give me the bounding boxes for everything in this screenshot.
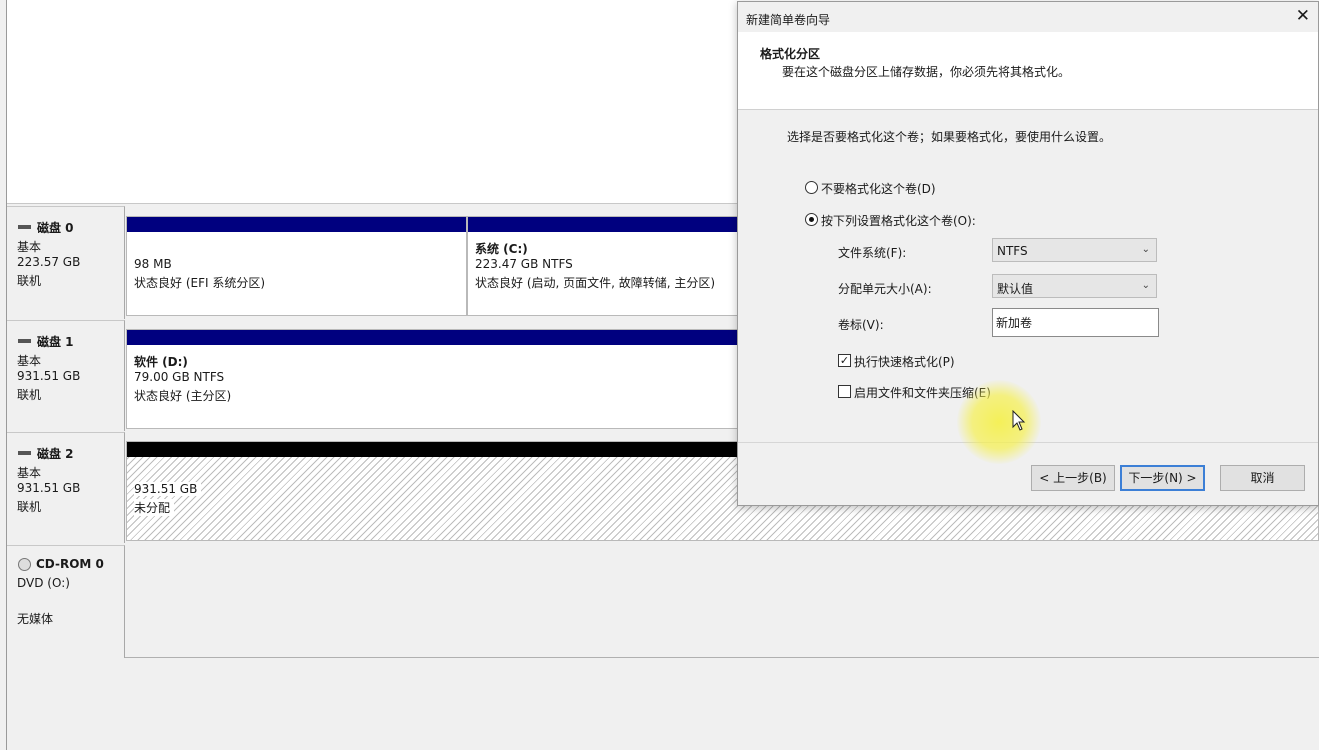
- cdrom-info[interactable]: CD-ROM 0 DVD (O:) 无媒体: [7, 545, 125, 658]
- cdrom-icon: [18, 558, 31, 571]
- partition-status: 未分配: [134, 499, 175, 516]
- volume-label-input[interactable]: 新加卷: [992, 308, 1159, 337]
- close-icon[interactable]: ✕: [1296, 6, 1310, 26]
- cdrom-row: CD-ROM 0 DVD (O:) 无媒体: [7, 545, 1319, 658]
- disk-status: 联机: [17, 274, 42, 288]
- dialog-title: 新建简单卷向导: [746, 13, 831, 27]
- partition-status: 状态良好 (启动, 页面文件, 故障转储, 主分区): [475, 276, 716, 290]
- alloc-size-label: 分配单元大小(A):: [838, 282, 932, 296]
- filesystem-value: NTFS: [997, 244, 1028, 258]
- dialog-header: 格式化分区 要在这个磁盘分区上储存数据，你必须先将其格式化。: [738, 32, 1318, 110]
- disk-size: 223.57 GB: [17, 255, 81, 269]
- disk-icon: [18, 224, 31, 229]
- partition-title: 系统 (C:): [475, 242, 528, 256]
- header-title: 格式化分区: [760, 47, 821, 61]
- partition-size: 931.51 GB: [134, 482, 202, 496]
- format-radio[interactable]: [805, 213, 818, 226]
- format-label[interactable]: 按下列设置格式化这个卷(O):: [821, 212, 976, 229]
- quick-format-checkbox[interactable]: ✓: [838, 354, 851, 367]
- no-format-label[interactable]: 不要格式化这个卷(D): [821, 180, 936, 197]
- next-button[interactable]: 下一步(N) >: [1120, 465, 1205, 491]
- disk-name: 磁盘 1: [18, 333, 74, 350]
- header-subtitle: 要在这个磁盘分区上储存数据，你必须先将其格式化。: [782, 65, 1071, 79]
- compression-checkbox[interactable]: [838, 385, 851, 398]
- partition-d[interactable]: 软件 (D:) 79.00 GB NTFS 状态良好 (主分区): [126, 329, 808, 429]
- quick-format-label[interactable]: 执行快速格式化(P): [854, 353, 955, 370]
- disk-status: 联机: [17, 388, 42, 402]
- prompt-text: 选择是否要格式化这个卷；如果要格式化，要使用什么设置。: [787, 130, 1112, 144]
- disk-type: 基本: [17, 354, 42, 368]
- disk-name: 磁盘 0: [18, 219, 74, 236]
- partition-title: 软件 (D:): [134, 355, 188, 369]
- partition-size: 223.47 GB NTFS: [475, 257, 573, 271]
- partition-bar: [127, 330, 807, 345]
- mouse-cursor-icon: [1012, 410, 1026, 431]
- disk-type: 基本: [17, 466, 42, 480]
- disk-size: 931.51 GB: [17, 481, 81, 495]
- cursor-highlight: [957, 380, 1041, 464]
- partition-size: 79.00 GB NTFS: [134, 370, 225, 384]
- disk-type: 基本: [17, 240, 42, 254]
- disk-icon: [18, 450, 31, 455]
- disk-status: 联机: [17, 500, 42, 514]
- cdrom-drive: DVD (O:): [17, 576, 70, 590]
- partition-status: 状态良好 (主分区): [134, 389, 232, 403]
- cdrom-name: CD-ROM 0: [18, 557, 104, 571]
- volume-label-value: 新加卷: [996, 316, 1033, 330]
- disk-info-0[interactable]: 磁盘 0 基本 223.57 GB 联机: [7, 206, 125, 319]
- filesystem-label: 文件系统(F):: [838, 246, 907, 260]
- partition-status: 状态良好 (EFI 系统分区): [134, 276, 266, 290]
- alloc-size-value: 默认值: [997, 282, 1034, 296]
- partition-size: 98 MB: [134, 257, 172, 271]
- disk-size: 931.51 GB: [17, 369, 81, 383]
- cancel-button[interactable]: 取消: [1220, 465, 1305, 491]
- alloc-size-select[interactable]: 默认值 ⌄: [992, 274, 1157, 298]
- partition-efi[interactable]: 98 MB 状态良好 (EFI 系统分区): [126, 216, 467, 316]
- chevron-down-icon: ⌄: [1141, 280, 1150, 291]
- disk-icon: [18, 338, 31, 343]
- disk-name: 磁盘 2: [18, 445, 74, 462]
- disk-info-1[interactable]: 磁盘 1 基本 931.51 GB 联机: [7, 320, 125, 431]
- no-format-radio[interactable]: [805, 181, 818, 194]
- cdrom-status: 无媒体: [17, 612, 54, 626]
- partition-bar: [127, 217, 466, 232]
- chevron-down-icon: ⌄: [1141, 244, 1150, 255]
- volume-label-label: 卷标(V):: [838, 318, 884, 332]
- disk-info-2[interactable]: 磁盘 2 基本 931.51 GB 联机: [7, 432, 125, 543]
- filesystem-select[interactable]: NTFS ⌄: [992, 238, 1157, 262]
- back-button[interactable]: < 上一步(B): [1031, 465, 1115, 491]
